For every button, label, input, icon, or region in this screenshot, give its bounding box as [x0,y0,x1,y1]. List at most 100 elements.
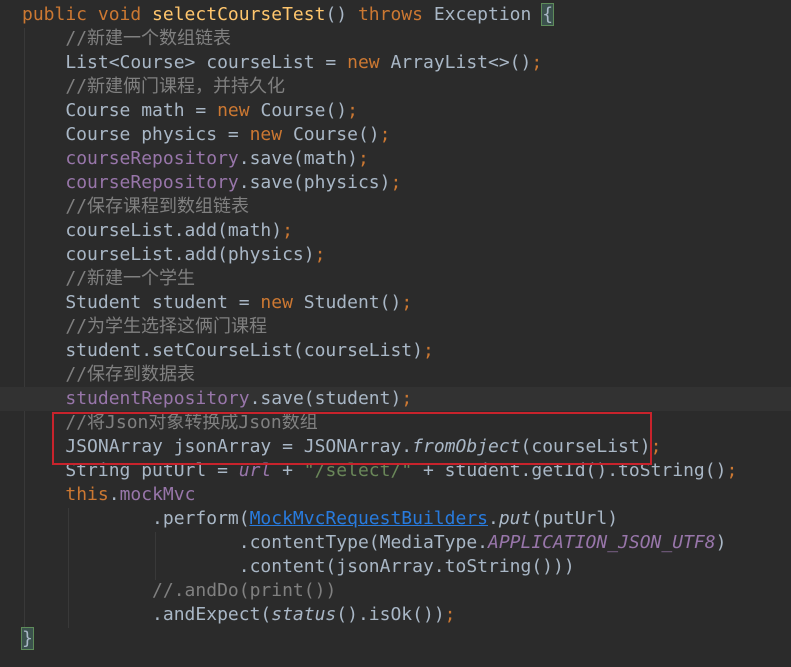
code-token: .save(student) [249,388,402,409]
code-token: "/select/" [303,460,413,481]
code-token: ; [401,388,413,409]
code-token: Course() [292,124,380,145]
code-line[interactable]: //将Json对象转换成Json数组 [0,411,791,435]
code-token: Student() [303,292,402,313]
code-token: ; [401,292,413,313]
code-token: courseRepository [65,148,239,169]
code-token: new [347,52,391,73]
code-editor[interactable]: public void selectCourseTest() throws Ex… [0,0,791,667]
code-token: ArrayList<>() [390,52,532,73]
code-token: fromObject [412,436,521,457]
code-token: .andExpect( [22,604,272,625]
code-token: (putUrl) [531,508,619,529]
code-line[interactable]: courseList.add(math); [0,219,791,243]
code-token: //保存课程到数组链表 [65,196,250,217]
code-line[interactable]: String putUrl = url + "/select/" + stude… [0,459,791,483]
code-line[interactable]: .perform(MockMvcRequestBuilders.put(putU… [0,507,791,531]
code-token: () [325,4,358,25]
code-token: put [498,508,532,529]
code-token: Course math = [22,100,218,121]
code-token: //新建俩门课程，并持久化 [65,76,286,97]
code-line[interactable]: .andExpect(status().isOk()); [0,603,791,627]
code-line[interactable]: Course physics = new Course(); [0,123,791,147]
code-token: public void [22,4,153,25]
code-token: . [108,484,120,505]
code-line[interactable]: this.mockMvc [0,483,791,507]
code-token: APPLICATION_JSON_UTF8 [488,532,716,553]
code-token: //为学生选择这俩门课程 [65,316,268,337]
code-token: mockMvc [119,484,196,505]
code-line[interactable]: courseRepository.save(physics); [0,171,791,195]
code-line[interactable]: studentRepository.save(student); [0,387,791,411]
code-token: ; [726,460,738,481]
code-token: ) [715,532,727,553]
code-token: url [238,460,272,481]
code-token: //新建一个数组链表 [65,28,232,49]
code-token: ; [444,604,456,625]
code-token: throws [357,4,434,25]
code-token: .save(math) [238,148,358,169]
code-token: status [271,604,337,625]
code-token: .contentType(MediaType. [22,532,488,553]
code-token: MockMvcRequestBuilders [249,508,488,529]
code-token: ; [422,340,434,361]
code-token: (courseList) [520,436,651,457]
code-token: new [217,100,261,121]
code-line[interactable]: .content(jsonArray.toString())) [0,555,791,579]
code-token: ; [531,52,543,73]
code-token: Course physics = [22,124,250,145]
code-line[interactable]: public void selectCourseTest() throws Ex… [0,3,791,27]
code-line[interactable]: //保存课程到数组链表 [0,195,791,219]
code-line[interactable]: JSONArray jsonArray = JSONArray.fromObje… [0,435,791,459]
code-token: { [541,3,555,26]
code-line[interactable]: //新建一个学生 [0,267,791,291]
code-line[interactable]: student.setCourseList(courseList); [0,339,791,363]
code-line[interactable]: //保存到数据表 [0,363,791,387]
code-line[interactable]: Student student = new Student(); [0,291,791,315]
code-line[interactable]: courseRepository.save(math); [0,147,791,171]
code-line[interactable]: //新建俩门课程，并持久化 [0,75,791,99]
code-token: + [271,460,304,481]
code-token: ; [379,124,391,145]
code-line[interactable]: //新建一个数组链表 [0,27,791,51]
code-token: Course() [260,100,348,121]
code-line[interactable]: courseList.add(physics); [0,243,791,267]
code-token: List<Course> courseList = [22,52,348,73]
code-token: selectCourseTest [152,4,326,25]
code-token: studentRepository [65,388,250,409]
code-token: courseList.add(physics) [22,244,315,265]
code-token: //保存到数据表 [65,364,196,385]
code-line[interactable]: //为学生选择这俩门课程 [0,315,791,339]
code-token: . [488,508,499,529]
code-token: ; [314,244,326,265]
code-token: Student student = [22,292,261,313]
code-token: //.andDo(print()) [152,580,337,601]
code-line[interactable]: } [0,627,791,651]
code-token: .content(jsonArray.toString())) [22,556,575,577]
code-token: ; [347,100,358,121]
code-token: student.setCourseList(courseList) [22,340,423,361]
code-token: ().isOk()) [336,604,445,625]
code-token: //新建一个学生 [65,268,196,289]
code-token: courseList.add(math) [22,220,283,241]
code-token: JSONArray jsonArray = JSONArray. [22,436,413,457]
code-line[interactable]: .contentType(MediaType.APPLICATION_JSON_… [0,531,791,555]
code-line[interactable]: //.andDo(print()) [0,579,791,603]
code-line[interactable]: Course math = new Course(); [0,99,791,123]
code-token: + student.getId().toString() [412,460,727,481]
code-token: this [65,484,109,505]
code-line[interactable]: List<Course> courseList = new ArrayList<… [0,51,791,75]
code-token: new [249,124,293,145]
code-token: //将Json对象转换成Json数组 [65,412,318,433]
code-token: ; [390,172,402,193]
